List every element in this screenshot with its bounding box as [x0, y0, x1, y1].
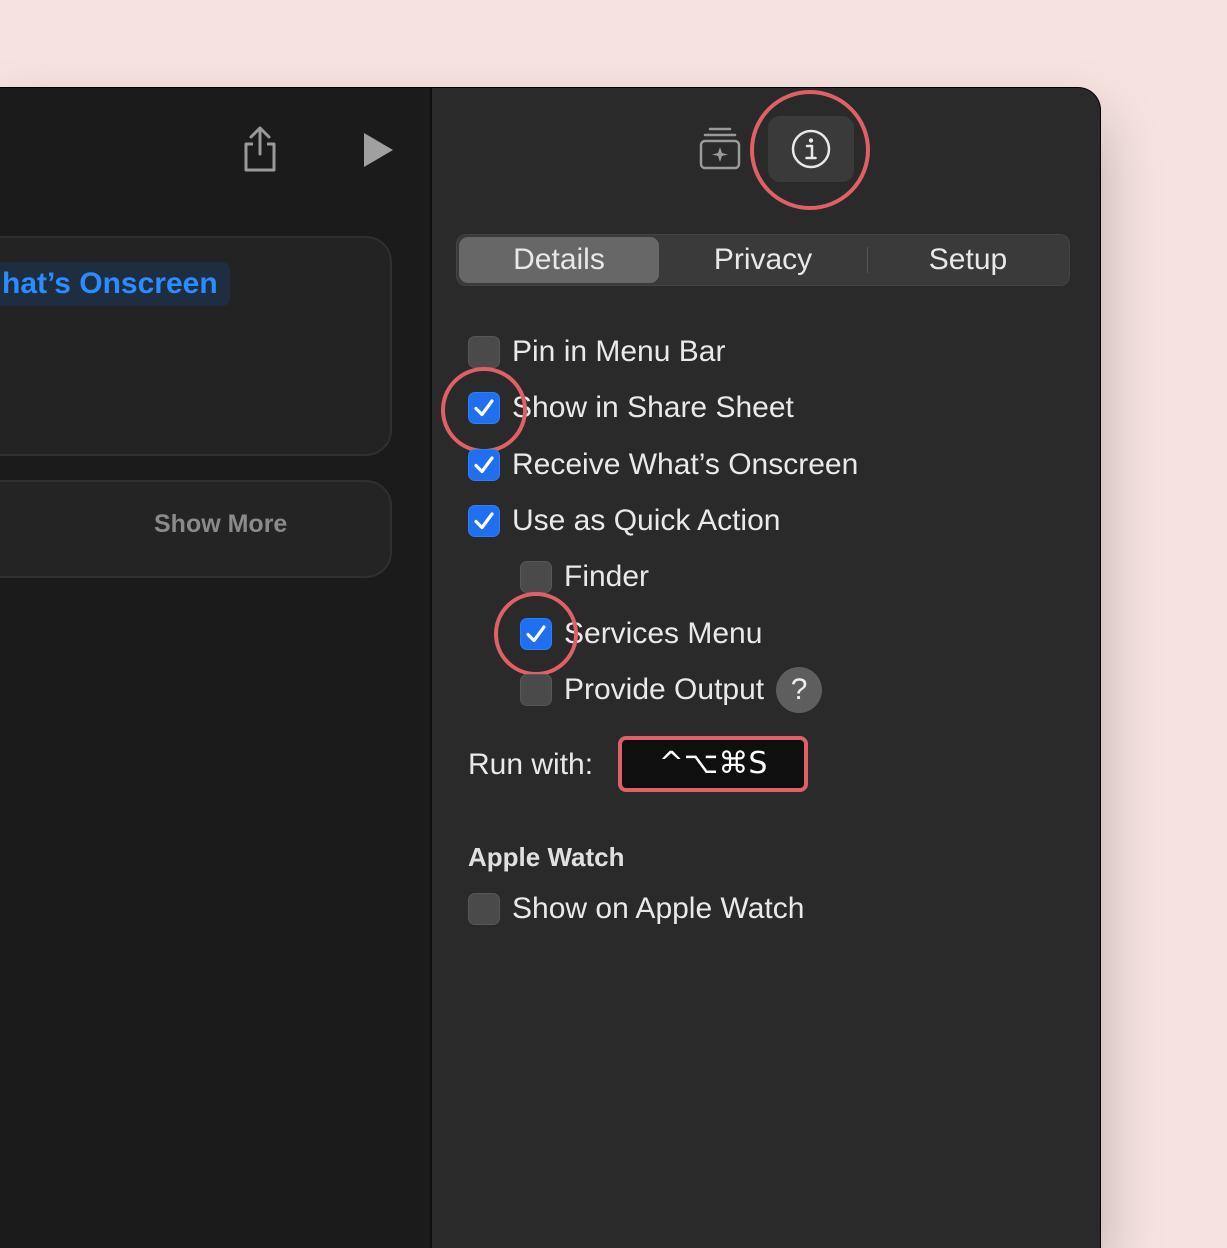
tab-divider	[867, 247, 868, 273]
checkmark-icon	[474, 399, 494, 417]
option-finder[interactable]: Finder	[520, 559, 649, 595]
option-pin-in-menu-bar[interactable]: Pin in Menu Bar	[468, 334, 725, 370]
details-inspector: Details Privacy Setup Pin in Menu Bar Sh…	[432, 88, 1100, 1248]
action-card[interactable]: hat’s Onscreen	[0, 236, 392, 456]
keyboard-shortcut-field[interactable]: ^⌥⌘S	[618, 736, 808, 792]
apple-watch-heading: Apple Watch	[468, 842, 625, 872]
option-label: Use as Quick Action	[512, 504, 781, 537]
option-label: Finder	[564, 560, 650, 593]
checkbox[interactable]	[520, 674, 552, 706]
option-label: Receive What’s Onscreen	[512, 448, 859, 481]
checkbox[interactable]	[468, 392, 500, 424]
action-library-button[interactable]	[694, 122, 746, 174]
tab-privacy[interactable]: Privacy	[661, 235, 865, 285]
checkmark-icon	[474, 512, 494, 530]
checkbox[interactable]	[468, 893, 500, 925]
option-show-on-apple-watch[interactable]: Show on Apple Watch	[468, 891, 804, 927]
option-receive-whats-onscreen[interactable]: Receive What’s Onscreen	[468, 447, 858, 483]
run-with-label: Run with:	[468, 748, 594, 781]
checkbox[interactable]	[520, 618, 552, 650]
option-use-as-quick-action[interactable]: Use as Quick Action	[468, 503, 780, 539]
share-button[interactable]	[238, 124, 282, 174]
info-button[interactable]	[768, 116, 854, 182]
option-services-menu[interactable]: Services Menu	[520, 616, 762, 652]
option-provide-output[interactable]: Provide Output ?	[520, 667, 823, 713]
option-label: Provide Output	[564, 673, 765, 706]
option-label: Show on Apple Watch	[512, 892, 805, 925]
run-button[interactable]	[356, 128, 400, 172]
show-more-button[interactable]: Show More	[154, 510, 287, 539]
play-icon	[364, 133, 393, 167]
checkbox[interactable]	[520, 561, 552, 593]
show-more-card[interactable]: Show More	[0, 480, 392, 578]
shortcuts-window: hat’s Onscreen Show More Details Privacy…	[0, 88, 1100, 1248]
editor-pane: hat’s Onscreen Show More	[0, 88, 432, 1248]
action-library-icon	[699, 127, 741, 170]
checkbox[interactable]	[468, 449, 500, 481]
checkmark-icon	[526, 625, 546, 643]
checkmark-icon	[474, 456, 494, 474]
share-icon	[244, 126, 276, 172]
tab-setup[interactable]: Setup	[869, 235, 1067, 285]
option-label: Pin in Menu Bar	[512, 335, 726, 368]
checkbox[interactable]	[468, 336, 500, 368]
inspector-tabs: Details Privacy Setup	[456, 234, 1070, 286]
tab-details[interactable]: Details	[459, 237, 659, 283]
option-label: Services Menu	[564, 617, 763, 650]
option-show-in-share-sheet[interactable]: Show in Share Sheet	[468, 390, 794, 426]
info-icon	[791, 129, 831, 169]
checkbox[interactable]	[468, 505, 500, 537]
help-button[interactable]: ?	[776, 667, 823, 713]
option-label: Show in Share Sheet	[512, 391, 794, 424]
variable-token[interactable]: hat’s Onscreen	[0, 262, 230, 306]
